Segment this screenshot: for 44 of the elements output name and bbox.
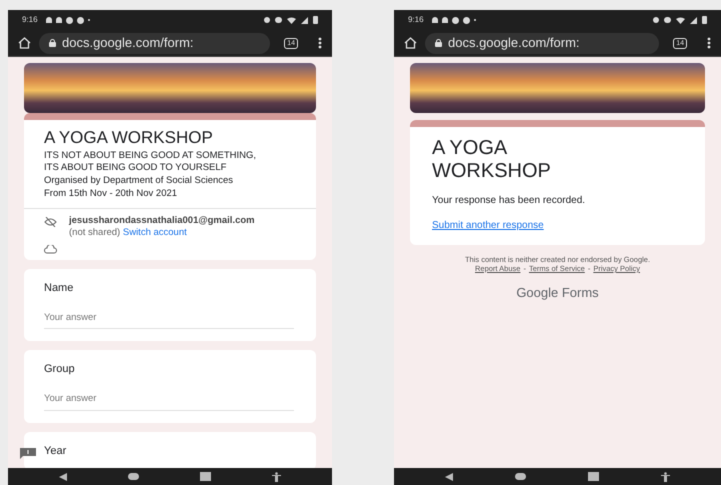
recents-icon[interactable] bbox=[200, 472, 212, 481]
form-title: A YOGA WORKSHOP bbox=[432, 137, 552, 183]
more-icon[interactable] bbox=[318, 37, 322, 49]
signal-icon bbox=[690, 16, 697, 24]
url-text: docs.google.com/form: bbox=[448, 34, 580, 52]
address-bar[interactable]: docs.google.com/form: bbox=[39, 32, 270, 54]
lock-icon bbox=[49, 39, 56, 47]
confirmation-message: Your response has been recorded. bbox=[432, 194, 586, 208]
battery-icon bbox=[702, 16, 707, 24]
form-description: ITS NOT ABOUT BEING GOOD AT SOMETHING, ITS ABOUT BEING GOOD TO YOURSELF bbox=[44, 150, 258, 174]
lock-icon bbox=[435, 39, 442, 47]
form-description: Organised by Department of Social Sciences bbox=[44, 175, 234, 187]
question-label: Year bbox=[44, 444, 68, 458]
answer-field[interactable]: Your answer bbox=[44, 392, 294, 410]
back-icon[interactable] bbox=[445, 472, 453, 480]
battery-icon bbox=[313, 16, 318, 24]
status-time: 9:16 bbox=[408, 14, 424, 26]
signal-icon bbox=[301, 16, 308, 24]
more-icon[interactable] bbox=[707, 37, 711, 49]
answer-field[interactable]: Your answer bbox=[44, 311, 294, 330]
switch-account-link[interactable]: Switch account bbox=[122, 227, 187, 238]
cloud-icon bbox=[44, 245, 57, 254]
home-button-icon[interactable] bbox=[515, 473, 526, 480]
home-icon[interactable] bbox=[18, 37, 31, 49]
wifi-icon bbox=[676, 16, 685, 24]
home-icon[interactable] bbox=[404, 37, 417, 49]
not-shared-text: (not shared) bbox=[69, 227, 120, 238]
question-label: Name bbox=[44, 281, 74, 295]
status-time: 9:16 bbox=[22, 14, 38, 26]
eye-off-icon bbox=[44, 217, 57, 227]
wifi-icon bbox=[287, 16, 296, 24]
form-description: From 15th Nov - 20th Nov 2021 bbox=[44, 188, 178, 200]
url-text: docs.google.com/form: bbox=[62, 34, 194, 52]
google-forms-logo: Google Forms bbox=[516, 284, 599, 302]
question-label: Group bbox=[44, 362, 76, 376]
address-bar[interactable]: docs.google.com/form: bbox=[425, 32, 660, 54]
account-email: jesussharondassnathalia001@gmail.com bbox=[69, 215, 255, 227]
form-title: A YOGA WORKSHOP bbox=[44, 127, 214, 149]
home-button-icon[interactable] bbox=[128, 473, 139, 480]
accessibility-icon[interactable] bbox=[272, 472, 282, 482]
submit-another-link[interactable]: Submit another response bbox=[432, 218, 683, 233]
accessibility-icon[interactable] bbox=[661, 472, 670, 482]
back-icon[interactable] bbox=[58, 472, 67, 480]
feedback-icon[interactable] bbox=[20, 448, 36, 459]
